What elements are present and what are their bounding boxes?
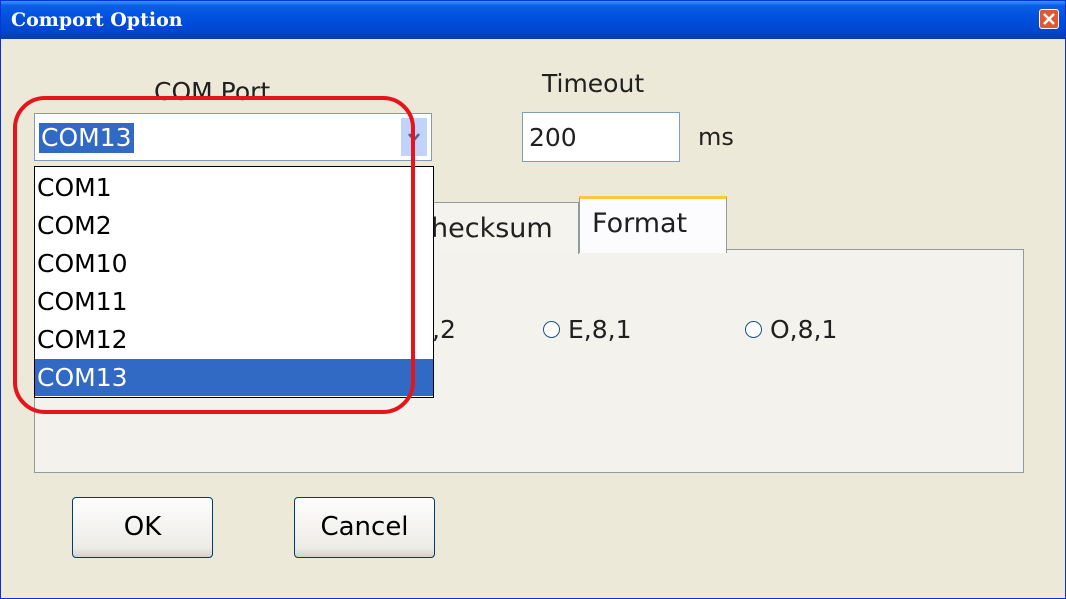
com-port-option[interactable]: COM11 bbox=[35, 283, 433, 320]
format-option-e81-label: E,8,1 bbox=[568, 315, 632, 344]
com-port-option[interactable]: COM10 bbox=[35, 245, 433, 282]
timeout-value: 200 bbox=[529, 123, 577, 152]
radio-icon bbox=[543, 321, 560, 338]
format-option-partial[interactable]: ,2 bbox=[432, 315, 456, 344]
close-button[interactable] bbox=[1039, 9, 1059, 29]
com-port-option[interactable]: COM1 bbox=[35, 169, 433, 206]
comport-option-dialog: Comport Option COM Port Timeout COM13 20… bbox=[0, 0, 1066, 599]
com-port-select[interactable]: COM13 bbox=[34, 113, 432, 161]
com-port-option[interactable]: COM12 bbox=[35, 321, 433, 358]
chevron-down-icon bbox=[408, 133, 420, 142]
format-option-o81[interactable]: O,8,1 bbox=[745, 315, 837, 344]
com-port-option[interactable]: COM2 bbox=[35, 207, 433, 244]
timeout-input[interactable]: 200 bbox=[522, 112, 680, 162]
timeout-unit: ms bbox=[698, 123, 734, 151]
tab-format[interactable]: Format bbox=[579, 196, 727, 253]
com-port-selected-value: COM13 bbox=[39, 123, 134, 153]
close-icon bbox=[1043, 13, 1055, 25]
ok-button[interactable]: OK bbox=[72, 497, 213, 558]
title-bar: Comport Option bbox=[1, 1, 1065, 39]
tab-format-label: Format bbox=[592, 208, 688, 239]
format-option-partial-label: ,2 bbox=[432, 315, 456, 344]
com-port-option-selected[interactable]: COM13 bbox=[35, 359, 433, 396]
tab-checksum-label: hecksum bbox=[431, 213, 553, 244]
radio-icon bbox=[745, 321, 762, 338]
format-option-e81[interactable]: E,8,1 bbox=[543, 315, 632, 344]
com-port-label: COM Port bbox=[154, 77, 271, 106]
format-option-o81-label: O,8,1 bbox=[770, 315, 838, 344]
window-title: Comport Option bbox=[11, 9, 183, 31]
dropdown-button[interactable] bbox=[401, 118, 427, 156]
timeout-label: Timeout bbox=[542, 69, 645, 98]
cancel-button[interactable]: Cancel bbox=[294, 497, 435, 558]
com-port-dropdown-list: COM1 COM2 COM10 COM11 COM12 COM13 bbox=[34, 166, 434, 398]
